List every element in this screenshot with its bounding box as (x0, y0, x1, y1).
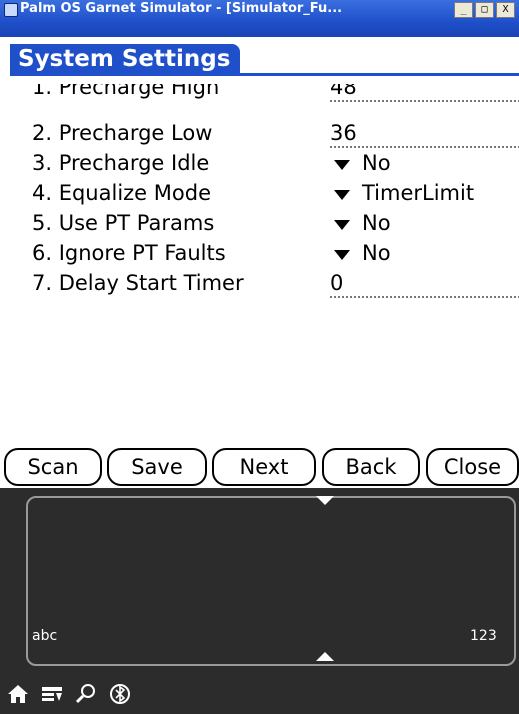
bluetooth-icon[interactable] (108, 683, 132, 705)
settings-list: 1. Precharge High 48 2. Precharge Low 36… (0, 84, 519, 444)
setting-label: 1. Precharge High (32, 84, 220, 99)
close-window-button[interactable]: X (496, 2, 515, 18)
window-title: Palm OS Garnet Simulator - [Simulator_Fu… (20, 1, 343, 16)
popup-arrow-icon[interactable] (334, 250, 350, 260)
form-title-bar: System Settings (10, 44, 519, 76)
setting-label: 5. Use PT Params (32, 211, 215, 235)
graffiti-divider-top (316, 496, 334, 505)
list-item: 5. Use PT Params No (32, 208, 519, 238)
numeric-mode-label: 123 (470, 628, 497, 644)
window-controls: _ □ X (454, 2, 515, 18)
setting-label: 6. Ignore PT Faults (32, 241, 226, 265)
precharge-low-field[interactable] (330, 118, 519, 148)
menu-icon[interactable] (40, 683, 64, 705)
list-item: 6. Ignore PT Faults No (32, 238, 519, 268)
form-title[interactable]: System Settings (10, 44, 241, 74)
button-bar: Scan Save Next Back Close (4, 448, 519, 488)
app-icon (4, 3, 18, 17)
setting-label: 7. Delay Start Timer (32, 271, 244, 295)
equalize-mode-popup[interactable]: TimerLimit (362, 178, 474, 208)
precharge-high-field[interactable] (330, 84, 519, 102)
minimize-button[interactable]: _ (454, 2, 473, 18)
setting-label: 2. Precharge Low (32, 121, 213, 145)
precharge-idle-popup[interactable]: No (362, 148, 391, 178)
back-button[interactable]: Back (322, 448, 420, 486)
form-title-rule (10, 73, 519, 76)
close-button[interactable]: Close (426, 448, 519, 486)
use-pt-params-popup[interactable]: No (362, 208, 391, 238)
find-icon[interactable] (74, 683, 98, 705)
scan-button[interactable]: Scan (4, 448, 102, 486)
ignore-pt-faults-popup[interactable]: No (362, 238, 391, 268)
maximize-button[interactable]: □ (475, 2, 494, 18)
setting-label: 4. Equalize Mode (32, 181, 211, 205)
setting-label: 3. Precharge Idle (32, 151, 210, 175)
save-button[interactable]: Save (107, 448, 207, 486)
graffiti-input-area[interactable] (26, 496, 516, 666)
list-item: 7. Delay Start Timer 0 (32, 268, 519, 298)
alpha-mode-label: abc (32, 628, 58, 644)
list-item: 2. Precharge Low 36 (32, 118, 519, 148)
next-button[interactable]: Next (212, 448, 316, 486)
graffiti-area: abc 123 (0, 488, 519, 714)
popup-arrow-icon[interactable] (334, 190, 350, 200)
list-item: 4. Equalize Mode TimerLimit (32, 178, 519, 208)
list-item: 1. Precharge High 48 (32, 84, 519, 102)
delay-start-timer-field[interactable] (330, 268, 519, 298)
popup-arrow-icon[interactable] (334, 160, 350, 170)
list-item: 3. Precharge Idle No (32, 148, 519, 178)
graffiti-icons (6, 682, 132, 706)
popup-arrow-icon[interactable] (334, 220, 350, 230)
window-titlebar: Palm OS Garnet Simulator - [Simulator_Fu… (0, 0, 519, 37)
home-icon[interactable] (6, 683, 30, 705)
graffiti-divider-bottom (316, 652, 334, 661)
